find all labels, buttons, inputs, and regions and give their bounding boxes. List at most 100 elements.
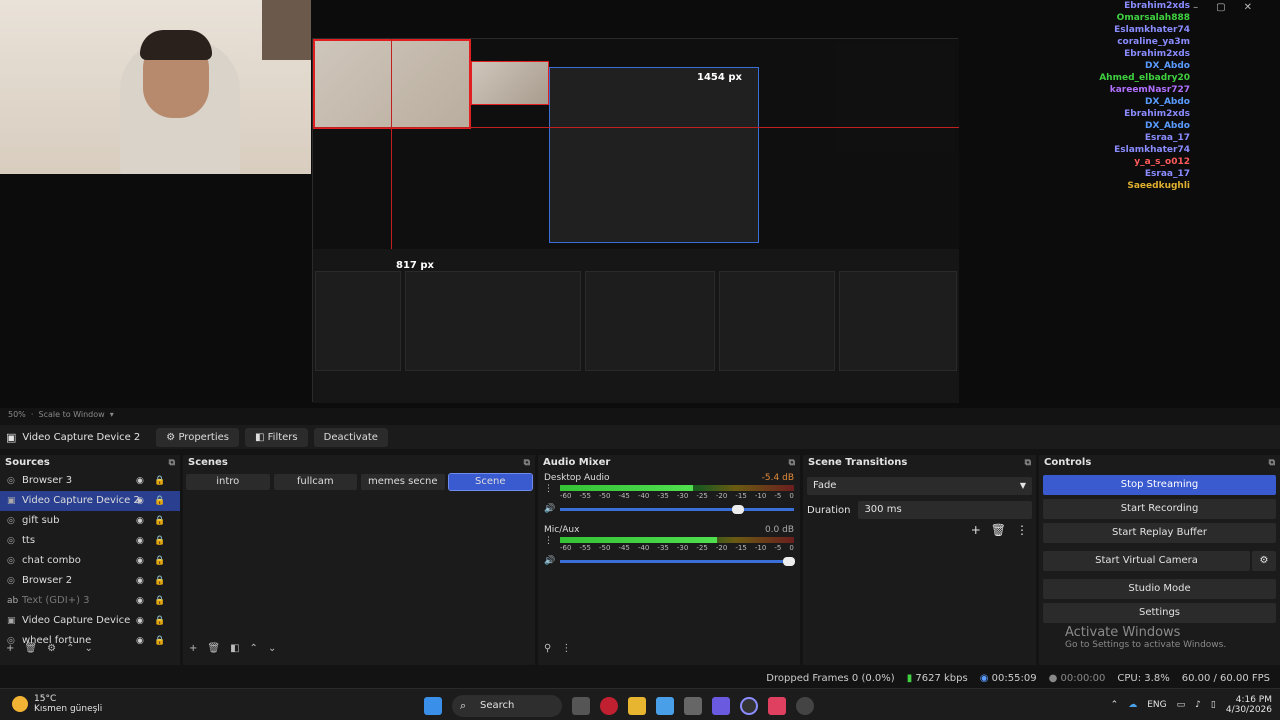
eye-icon[interactable]: ◉: [136, 571, 144, 591]
menu-dots-icon[interactable]: ⋮: [544, 536, 553, 546]
move-up-icon[interactable]: ⌃: [66, 643, 74, 657]
music-icon[interactable]: [768, 697, 786, 715]
store-icon[interactable]: [684, 697, 702, 715]
source-item[interactable]: ◎ Browser 3 ◉ 🔒: [0, 471, 180, 491]
add-icon[interactable]: +: [6, 643, 14, 657]
fps-readout: 60.00 / 60.00 FPS: [1181, 672, 1270, 684]
obs-icon[interactable]: [740, 697, 758, 715]
filter-icon[interactable]: ◧: [230, 643, 239, 657]
source-item[interactable]: ◎ tts ◉ 🔒: [0, 531, 180, 551]
network-icon[interactable]: ▭: [1177, 700, 1186, 710]
cloud-icon[interactable]: ☁: [1128, 700, 1137, 710]
eye-icon[interactable]: ◉: [136, 471, 144, 491]
language-indicator[interactable]: ENG: [1147, 700, 1166, 710]
fader-knob[interactable]: [731, 505, 744, 514]
popout-icon[interactable]: ⧉: [1269, 455, 1275, 471]
eye-icon[interactable]: ◉: [136, 531, 144, 551]
popout-icon[interactable]: ⧉: [789, 455, 795, 471]
scene-tile[interactable]: fullcam: [273, 474, 357, 490]
source-item[interactable]: ▣ Video Capture Device 2 ◉ 🔒: [0, 491, 180, 511]
move-down-icon[interactable]: ⌄: [268, 643, 276, 657]
task-view-icon[interactable]: [572, 697, 590, 715]
lock-icon[interactable]: 🔒: [154, 471, 165, 491]
source-item[interactable]: ab Text (GDI+) 3 ◉ 🔒: [0, 591, 180, 611]
move-up-icon[interactable]: ⌃: [250, 643, 258, 657]
move-down-icon[interactable]: ⌄: [84, 643, 92, 657]
windows-start-icon[interactable]: [424, 697, 442, 715]
opera-icon[interactable]: [600, 697, 618, 715]
add-icon[interactable]: +: [189, 643, 197, 657]
chevron-up-icon[interactable]: ⌃: [1111, 700, 1119, 710]
gear-icon[interactable]: ⚙: [1252, 551, 1276, 571]
trash-icon[interactable]: 🗑: [24, 643, 37, 657]
eye-icon[interactable]: ◉: [136, 591, 144, 611]
properties-button[interactable]: ⚙ Properties: [156, 427, 239, 447]
volume-fader[interactable]: [560, 557, 796, 566]
eye-icon[interactable]: ◉: [136, 611, 144, 631]
zoom-mode[interactable]: Scale to Window: [39, 410, 105, 419]
preview-canvas[interactable]: 1454 px 817 px –▢✕ Ebrahim2xds Omarsalah8…: [0, 0, 1280, 408]
zoom-level[interactable]: 50%: [8, 410, 26, 419]
deactivate-button[interactable]: Deactivate: [313, 427, 388, 447]
start-virtual-camera-button[interactable]: Start Virtual Camera: [1043, 551, 1250, 571]
lock-icon[interactable]: 🔒: [154, 511, 165, 531]
source-item[interactable]: ◎ chat combo ◉ 🔒: [0, 551, 180, 571]
copilot-icon[interactable]: [656, 697, 674, 715]
stop-streaming-button[interactable]: Stop Streaming: [1043, 475, 1276, 495]
file-explorer-icon[interactable]: [628, 697, 646, 715]
weather-widget[interactable]: 15°C Kısmen güneşli: [12, 694, 102, 714]
menu-dots-icon[interactable]: ⋮: [544, 484, 553, 494]
add-icon[interactable]: +: [971, 523, 981, 537]
display-capture-source[interactable]: [312, 38, 959, 403]
source-item[interactable]: ◎ Browser 2 ◉ 🔒: [0, 571, 180, 591]
scene-tile[interactable]: intro: [186, 474, 270, 490]
gear-icon[interactable]: ⚙: [47, 643, 56, 657]
source-item[interactable]: ◎ gift sub ◉ 🔒: [0, 511, 180, 531]
battery-icon[interactable]: ▯: [1211, 700, 1216, 710]
lock-icon[interactable]: 🔒: [154, 551, 165, 571]
menu-dots-icon[interactable]: ⋮: [1016, 523, 1028, 537]
trash-icon[interactable]: 🗑: [207, 643, 220, 657]
filters-button[interactable]: ◧ Filters: [245, 427, 308, 447]
studio-mode-button[interactable]: Studio Mode: [1043, 579, 1276, 599]
scene-transitions-dock: Scene Transitions ⧉ Fade ▼ Duration 300 ms…: [803, 455, 1036, 665]
taskbar-search[interactable]: ⌕ Search: [452, 695, 562, 717]
chat-username: Ahmed_elbadry20: [1099, 73, 1190, 83]
link-icon[interactable]: ⚲: [544, 643, 551, 657]
teams-icon[interactable]: [712, 697, 730, 715]
fader-knob[interactable]: [783, 557, 796, 566]
menu-dots-icon[interactable]: ⋮: [561, 643, 571, 657]
speaker-icon[interactable]: 🔊: [544, 504, 555, 514]
start-recording-button[interactable]: Start Recording: [1043, 499, 1276, 519]
lock-icon[interactable]: 🔒: [154, 591, 165, 611]
popout-icon[interactable]: ⧉: [169, 455, 175, 471]
scene-tile[interactable]: Scene: [447, 473, 533, 491]
trash-icon[interactable]: 🗑: [991, 523, 1006, 537]
eye-icon[interactable]: ◉: [136, 551, 144, 571]
duration-input[interactable]: 300 ms: [858, 501, 1032, 519]
lock-icon[interactable]: 🔒: [154, 611, 165, 631]
lock-icon[interactable]: 🔒: [154, 531, 165, 551]
popout-icon[interactable]: ⧉: [524, 455, 530, 471]
speaker-icon[interactable]: 🔊: [544, 556, 555, 566]
volume-fader[interactable]: [560, 505, 794, 514]
webcam-source[interactable]: [0, 0, 311, 174]
chat-message: coraline_ya3m: [1000, 36, 1280, 48]
settings-button[interactable]: Settings: [1043, 603, 1276, 623]
lock-icon[interactable]: 🔒: [154, 491, 165, 511]
chat-username: Ebrahim2xds: [1124, 49, 1190, 59]
scene-tile[interactable]: memes secne: [361, 474, 445, 490]
zoom-bar[interactable]: 50% · Scale to Window ▾: [0, 408, 1280, 422]
volume-meter: [560, 537, 794, 543]
eye-icon[interactable]: ◉: [136, 511, 144, 531]
volume-icon[interactable]: ♪: [1195, 700, 1201, 710]
clock[interactable]: 4:16 PM 4/30/2026: [1226, 695, 1272, 715]
start-replay-buffer-button[interactable]: Start Replay Buffer: [1043, 523, 1276, 543]
chat-username: y_a_s_o012: [1134, 157, 1190, 167]
eye-icon[interactable]: ◉: [136, 491, 144, 511]
app-icon[interactable]: [796, 697, 814, 715]
lock-icon[interactable]: 🔒: [154, 571, 165, 591]
transition-select[interactable]: Fade ▼: [807, 477, 1032, 495]
popout-icon[interactable]: ⧉: [1025, 455, 1031, 471]
source-item[interactable]: ▣ Video Capture Device ◉ 🔒: [0, 611, 180, 631]
